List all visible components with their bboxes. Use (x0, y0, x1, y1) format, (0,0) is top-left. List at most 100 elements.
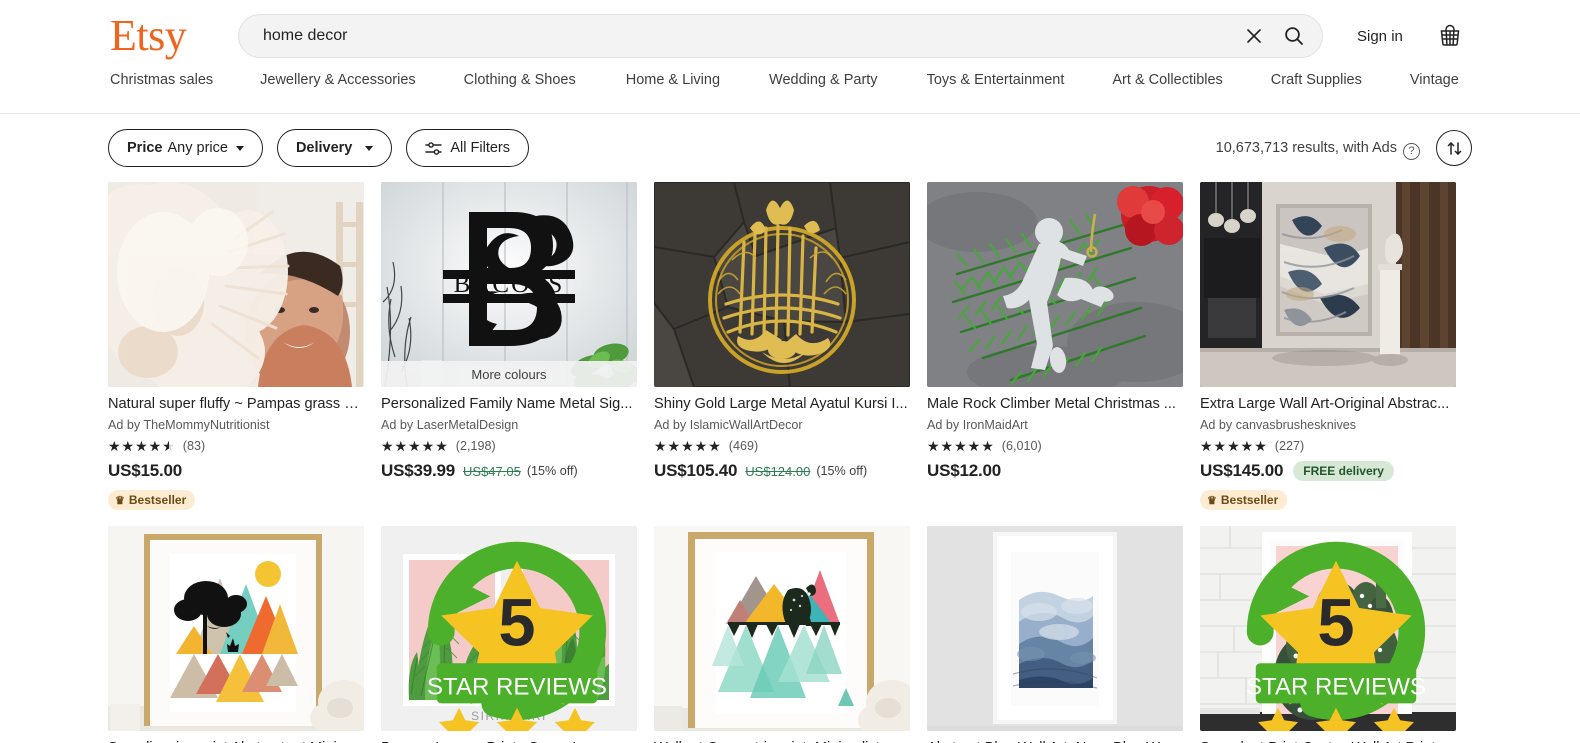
product-card[interactable]: 5 STAR REVIEWS Succulent Print Cactus Wa… (1200, 526, 1456, 743)
nav-item-toys-entertainment[interactable]: Toys & Entertainment (927, 72, 1065, 98)
product-title[interactable]: Natural super fluffy ~ Pampas grass ~... (108, 395, 364, 413)
product-title[interactable]: Shiny Gold Large Metal Ayatul Kursi I... (654, 395, 910, 413)
svg-text:5: 5 (498, 585, 535, 660)
sliders-icon (425, 141, 443, 156)
product-rating: ★★★★★ ★★★★★ (227) (1200, 438, 1456, 453)
bestseller-label: Bestseller (1220, 493, 1279, 507)
product-title[interactable]: Wall art Geometric print, Minimalist ... (654, 739, 910, 743)
product-image-geometric-mountains-bear-print[interactable] (654, 526, 910, 731)
nav-item-craft-supplies[interactable]: Craft Supplies (1271, 72, 1362, 98)
star-rating-icon: ★★★★★ ★★★★★ (1200, 437, 1268, 454)
nav-item-home-living[interactable]: Home & Living (626, 72, 720, 98)
product-card[interactable]: Abstract Blue Wall Art, Navy Blue Wa... (927, 526, 1183, 743)
bestseller-badge: ♛ Bestseller (108, 490, 196, 510)
nav-item-jewellery-accessories[interactable]: Jewellery & Accessories (260, 72, 416, 98)
search-bar (238, 14, 1323, 58)
product-image-pampas-grass-selfie[interactable] (108, 182, 364, 387)
product-review-count: (2,198) (455, 438, 496, 453)
product-price: US$145.00 (1200, 461, 1284, 480)
more-colours-label: More colours (381, 361, 637, 387)
product-image-banana-leaves-prints[interactable]: SIRIIMIRRI 5 STAR REVIEWS (381, 526, 637, 731)
product-card[interactable]: Extra Large Wall Art-Original Abstrac...… (1200, 182, 1456, 510)
product-ad-by: Ad by IronMaidArt (927, 418, 1028, 432)
product-title[interactable]: Scandinavian print Abstract art Mini... (108, 739, 364, 743)
product-rating: ★★★★★ ★★★★★ (2,198) (381, 438, 637, 453)
nav-item-christmas-sales[interactable]: Christmas sales (110, 72, 213, 98)
all-filters-button[interactable]: All Filters (406, 129, 529, 167)
product-card[interactable]: Male Rock Climber Metal Christmas ... Ad… (927, 182, 1183, 510)
product-card[interactable]: Wall art Geometric print, Minimalist ... (654, 526, 910, 743)
nav-item-art-collectibles[interactable]: Art & Collectibles (1112, 72, 1222, 98)
product-title[interactable]: Succulent Print Cactus Wall Art Print... (1200, 739, 1456, 743)
product-review-count: (6,010) (1001, 438, 1042, 453)
product-price: US$39.99 (381, 461, 456, 480)
shopping-basket-icon[interactable] (1437, 23, 1463, 49)
svg-text:STAR REVIEWS: STAR REVIEWS (1246, 673, 1426, 700)
nav-item-clothing-shoes[interactable]: Clothing & Shoes (464, 72, 576, 98)
product-price: US$105.40 (654, 461, 738, 480)
product-ad-by: Ad by canvasbrushesknives (1200, 418, 1357, 432)
nav-item-vintage[interactable]: Vintage (1410, 72, 1459, 98)
free-delivery-badge: FREE delivery (1293, 461, 1394, 481)
product-price-row: US$105.40 US$124.00 (15% off) (654, 460, 910, 482)
product-rating: ★★★★★ ★★★★★ (83) (108, 438, 364, 453)
product-title[interactable]: Personalized Family Name Metal Sig... (381, 395, 637, 413)
clear-search-icon[interactable] (1234, 16, 1274, 56)
product-rating: ★★★★★ ★★★★★ (6,010) (927, 438, 1183, 453)
product-review-count: (227) (1274, 438, 1305, 453)
nav-item-wedding-party[interactable]: Wedding & Party (769, 72, 878, 98)
filter-bar: Price Any price Delivery All Filters 10,… (0, 114, 1580, 182)
delivery-filter-label: Delivery (295, 140, 353, 156)
product-discount: (15% off) (816, 464, 868, 478)
product-ad-by: Ad by TheMommyNutritionist (108, 418, 270, 432)
product-title[interactable]: Male Rock Climber Metal Christmas ... (927, 395, 1183, 413)
product-title[interactable]: Extra Large Wall Art-Original Abstrac... (1200, 395, 1456, 413)
product-title[interactable]: Abstract Blue Wall Art, Navy Blue Wa... (927, 739, 1183, 743)
product-card[interactable]: BACOTS More colours Personalized Family … (381, 182, 637, 510)
product-review-count: (83) (182, 438, 206, 453)
star-rating-icon: ★★★★★ ★★★★★ (108, 437, 176, 454)
svg-text:5: 5 (1317, 585, 1354, 660)
product-card[interactable]: Shiny Gold Large Metal Ayatul Kursi I...… (654, 182, 910, 510)
sign-in-button[interactable]: Sign in (1357, 28, 1403, 45)
results-count: 10,673,713 results, with Ads (1215, 140, 1397, 156)
product-image-abstract-canvas-interior[interactable] (1200, 182, 1456, 387)
product-old-price: US$47.05 (463, 463, 521, 479)
product-card[interactable]: Scandinavian print Abstract art Mini... (108, 526, 364, 743)
product-image-gold-calligraphy-wall-art[interactable] (654, 182, 910, 387)
sort-button[interactable] (1436, 130, 1472, 166)
product-price-row: US$15.00 (108, 460, 364, 482)
price-filter-label: Price (127, 140, 163, 156)
bestseller-badge: ♛ Bestseller (1200, 490, 1288, 510)
search-icon[interactable] (1274, 16, 1314, 56)
product-ad-by: Ad by IslamicWallArtDecor (654, 418, 803, 432)
product-old-price: US$124.00 (745, 463, 811, 479)
product-card[interactable]: Natural super fluffy ~ Pampas grass ~...… (108, 182, 364, 510)
svg-text:BACOTS: BACOTS (454, 271, 565, 298)
star-rating-icon: ★★★★★ ★★★★★ (927, 437, 995, 454)
product-title[interactable]: Banana Leaves Prints Green Leaves ... (381, 739, 637, 743)
star-rating-icon: ★★★★★ ★★★★★ (654, 437, 722, 454)
5-star-reviews-badge: 5 STAR REVIEWS (1246, 541, 1426, 731)
bestseller-icon: ♛ (1207, 494, 1217, 507)
product-price: US$12.00 (927, 461, 1002, 480)
chevron-down-icon (235, 145, 244, 151)
product-price-row: US$145.00 FREE delivery (1200, 460, 1456, 482)
product-grid: Natural super fluffy ~ Pampas grass ~...… (0, 182, 1580, 743)
product-card[interactable]: SIRIIMIRRI 5 STAR REVIEWS Banana Leaves … (381, 526, 637, 743)
delivery-filter-button[interactable]: Delivery (276, 129, 393, 167)
product-image-cactus-print[interactable]: 5 STAR REVIEWS (1200, 526, 1456, 731)
product-discount: (15% off) (526, 464, 578, 478)
price-filter-button[interactable]: Price Any price (108, 129, 263, 167)
product-price: US$15.00 (108, 461, 183, 480)
site-header: Etsy Sign in (0, 0, 1580, 72)
etsy-logo[interactable]: Etsy (110, 14, 232, 58)
product-image-rock-climber-ornament[interactable] (927, 182, 1183, 387)
product-image-scandinavian-geometric-print[interactable] (108, 526, 364, 731)
product-rating: ★★★★★ ★★★★★ (469) (654, 438, 910, 453)
help-icon[interactable]: ? (1403, 142, 1420, 160)
product-review-count: (469) (728, 438, 759, 453)
search-input[interactable] (261, 26, 1234, 46)
product-image-monogram-metal-sign[interactable]: BACOTS More colours (381, 182, 637, 387)
product-image-abstract-blue-watercolour-print[interactable] (927, 526, 1183, 731)
